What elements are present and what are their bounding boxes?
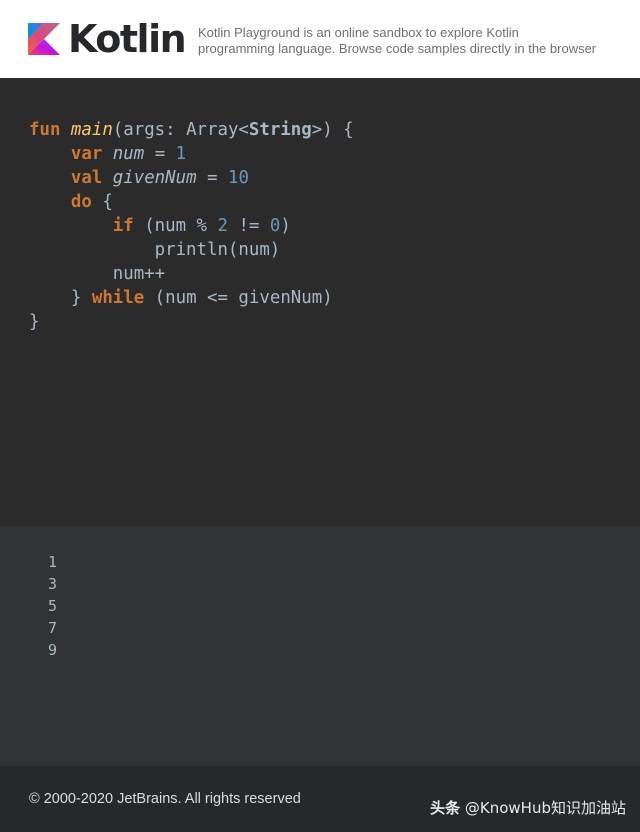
code-assign: = <box>196 168 228 188</box>
code-line-3: val givenNum = 10 <box>29 166 354 190</box>
code-line-2: var num = 1 <box>29 142 354 166</box>
code-line-1: fun main(args: Array<String>) { <box>29 118 354 142</box>
code-println: println(num) <box>154 240 281 260</box>
output-line: 7 <box>48 619 58 637</box>
output-panel: 1 3 5 7 9 <box>0 526 640 766</box>
code-open-brace: { <box>91 192 113 212</box>
keyword-val: val <box>70 168 103 188</box>
code-assign: = <box>144 144 176 164</box>
number-literal-1: 1 <box>175 144 187 164</box>
watermark-handle: @KnowHub知识加油站 <box>464 799 626 817</box>
tagline-line-2: programming language. Browse code sample… <box>198 40 597 56</box>
number-literal-10: 10 <box>227 168 249 188</box>
code-line-5: if (num % 2 != 0) <box>29 214 354 238</box>
number-literal-2: 2 <box>217 216 228 236</box>
code-editor[interactable]: fun main(args: Array<String>) { var num … <box>0 78 640 526</box>
code-line-6: println(num) <box>29 238 354 262</box>
code-line-4: do { <box>29 190 354 214</box>
keyword-do: do <box>70 192 92 212</box>
code-while-cond: (num <= givenNum) <box>144 288 333 308</box>
code-block[interactable]: fun main(args: Array<String>) { var num … <box>29 118 354 334</box>
code-increment: num++ <box>112 264 166 284</box>
identifier-givenNum: givenNum <box>112 168 197 188</box>
page-header: Kotlin Kotlin Playground is an online sa… <box>0 0 640 78</box>
kotlin-logo[interactable]: Kotlin <box>28 17 187 61</box>
code-args-close: >) { <box>311 120 354 140</box>
type-string: String <box>248 120 312 140</box>
output-line: 1 <box>48 553 58 571</box>
code-line-9: } <box>29 310 354 334</box>
function-name-main: main <box>70 120 113 140</box>
code-if-cond-c: ) <box>280 216 291 236</box>
code-final-brace: } <box>29 312 40 332</box>
output-line: 5 <box>48 597 58 615</box>
code-if-cond-b: != <box>227 216 270 236</box>
number-literal-0: 0 <box>269 216 281 236</box>
output-lines: 1 3 5 7 9 <box>48 551 57 661</box>
identifier-num: num <box>112 144 145 164</box>
code-line-8: } while (num <= givenNum) <box>29 286 354 310</box>
copyright-text: © 2000-2020 JetBrains. All rights reserv… <box>29 791 301 807</box>
page-footer: © 2000-2020 JetBrains. All rights reserv… <box>0 766 640 832</box>
code-close-brace: } <box>70 288 92 308</box>
output-line: 3 <box>48 575 58 593</box>
code-line-7: num++ <box>29 262 354 286</box>
code-args-open: (args: Array< <box>112 120 249 140</box>
keyword-var: var <box>70 144 103 164</box>
logo-wordmark: Kotlin <box>68 17 187 61</box>
keyword-while: while <box>91 288 145 308</box>
keyword-if: if <box>112 216 134 236</box>
kotlin-logo-icon <box>28 23 60 55</box>
tagline-line-1: Kotlin Playground is an online sandbox t… <box>198 25 519 40</box>
watermark: 头条 @KnowHub知识加油站 <box>430 797 626 818</box>
output-line: 9 <box>48 641 58 659</box>
site-tagline: Kotlin Playground is an online sandbox t… <box>198 25 638 56</box>
watermark-prefix: 头条 <box>430 799 461 817</box>
code-if-cond-a: (num % <box>133 216 218 236</box>
keyword-fun: fun <box>29 120 61 140</box>
